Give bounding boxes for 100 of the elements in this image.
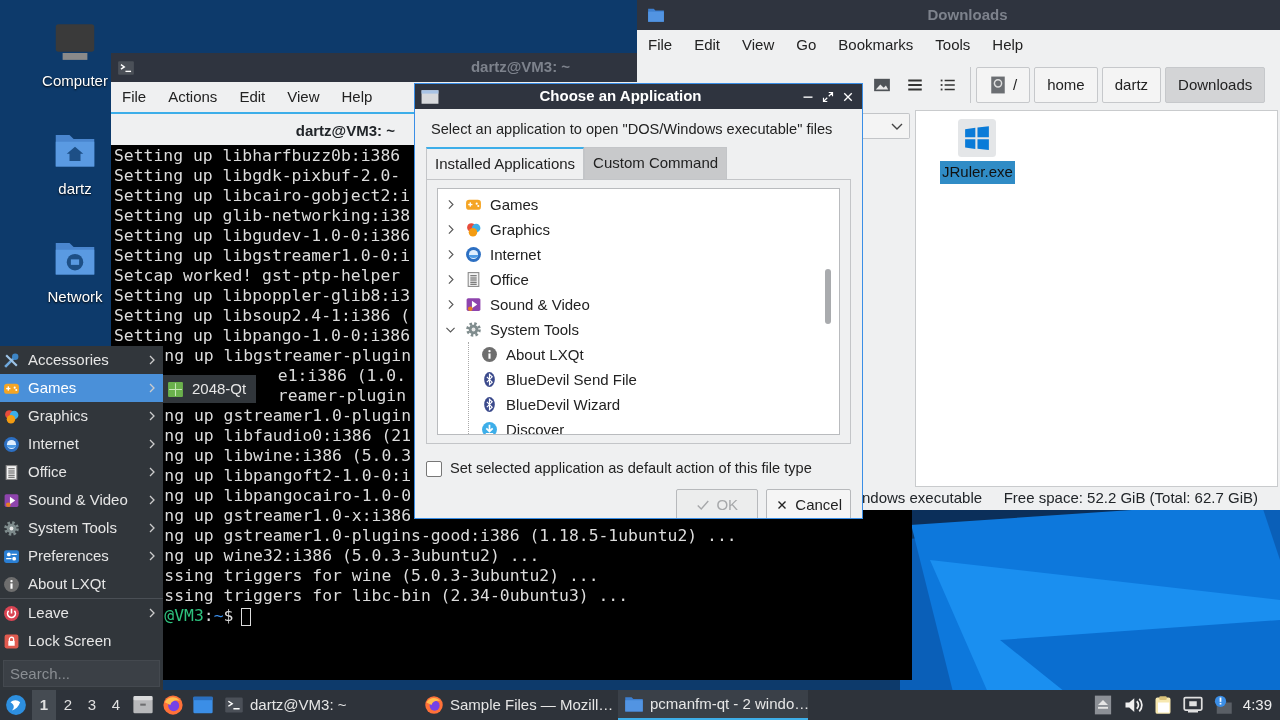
menu-item[interactable]: File (637, 33, 684, 57)
terminal-line: ng up libfaudio0:i386 (21 (164, 426, 411, 446)
terminal-line: ng up libgstreamer-plugin (164, 346, 411, 366)
tree-item[interactable]: About LXQt (506, 343, 584, 367)
search-field[interactable]: Search... (3, 660, 160, 687)
terminal-line: ng up gstreamer1.0-x:i386 (164, 506, 411, 526)
image-icon (872, 76, 891, 94)
window-icon[interactable] (192, 694, 214, 716)
tree-item[interactable]: System Tools (490, 318, 579, 342)
notification-icon[interactable] (1212, 695, 1233, 715)
color-circles-icon (3, 407, 20, 425)
dialog-message: Select an application to open "DOS/Windows executable" files (431, 120, 834, 139)
browser-icon[interactable] (162, 694, 184, 716)
document-icon (3, 463, 20, 481)
menu-item[interactable]: System Tools (0, 514, 163, 542)
menu-item[interactable]: View (276, 85, 331, 109)
terminal-line: reamer-plugin (277, 386, 407, 406)
menu-item[interactable]: About LXQt (0, 570, 163, 598)
menu-item[interactable]: Preferences (0, 542, 163, 570)
tree-item[interactable]: Office (490, 268, 529, 292)
tree-item[interactable]: Internet (490, 243, 541, 267)
menu-item[interactable]: Accessories (0, 346, 163, 374)
file-name[interactable]: JRuler.exe (940, 161, 1015, 184)
menu-item[interactable]: Bookmarks (827, 33, 925, 57)
task-button[interactable]: dartz@VM3: ~ (218, 690, 418, 720)
menu-item[interactable]: View (731, 33, 786, 57)
info-icon (3, 575, 20, 593)
tools-icon (3, 351, 20, 369)
close-icon (842, 90, 854, 103)
windows-logo-icon (958, 119, 997, 157)
tab[interactable]: Custom Command (584, 146, 728, 180)
tab[interactable]: Installed Applications (426, 146, 585, 180)
desktop-icon-label[interactable]: Computer (42, 70, 108, 93)
path-button[interactable]: Downloads (1165, 67, 1266, 103)
network-icon[interactable] (1182, 695, 1203, 715)
terminal-line: Setting up libgdk-pixbuf-2.0- (114, 166, 401, 186)
terminal-line: ng up wine32:i386 (5.0.3-3ubuntu2) ... (164, 546, 540, 566)
menu-item[interactable]: Help (330, 85, 384, 109)
terminal-line: Setting up libgudev-1.0-0:i386 (114, 226, 411, 246)
menu-item[interactable]: Leave (0, 599, 163, 627)
tile-grid-icon (167, 380, 184, 398)
menu-item[interactable]: Edit (683, 33, 732, 57)
menu-item[interactable]: Sound & Video (0, 486, 163, 514)
tree-item[interactable]: Graphics (490, 218, 551, 242)
file-cabinet-icon[interactable] (132, 694, 154, 716)
workspace-button[interactable]: 4 (104, 690, 128, 720)
terminal-line: Setting up libpango-1.0-0:i386 (114, 326, 411, 346)
gear-icon (3, 519, 20, 537)
terminal-icon (117, 58, 135, 77)
desktop-icon-label[interactable]: Network (47, 286, 103, 309)
start-menu-icon[interactable] (5, 694, 27, 716)
window-title: dartz@VM3: ~ (469, 57, 572, 78)
path-button[interactable]: home (1034, 67, 1098, 103)
terminal-line: e1:i386 (1.0. (277, 366, 407, 386)
path-button[interactable]: / (976, 67, 1031, 103)
folder-icon (647, 6, 665, 24)
tree-item[interactable]: Discover (506, 418, 565, 435)
eject-icon[interactable] (1092, 695, 1113, 715)
tree-item[interactable]: Sound & Video (490, 293, 590, 317)
menu-item[interactable]: Edit (228, 85, 277, 109)
menu-item[interactable]: File (111, 85, 158, 109)
menu-item[interactable]: Help (981, 33, 1035, 57)
document-icon (465, 271, 482, 289)
folder-icon (624, 694, 644, 714)
clock[interactable]: 4:39 (1242, 693, 1272, 717)
cancel-button[interactable]: Cancel (766, 489, 851, 518)
tree-item[interactable]: BlueDevil Send File (506, 368, 637, 392)
menu-item[interactable]: Graphics (0, 402, 163, 430)
globe-icon (3, 435, 20, 453)
task-button[interactable]: Sample Files — Mozill… (418, 690, 618, 720)
terminal-prompt: @VM3:~$ (164, 606, 234, 625)
tree-item[interactable]: Games (490, 193, 539, 217)
dropdown[interactable] (862, 113, 910, 139)
lock-icon (3, 632, 20, 650)
terminal-line: Setting up libcairo-gobject2:i (114, 186, 411, 206)
checkbox-label: Set selected application as default action of this file type (450, 459, 812, 479)
menu-item[interactable]: Lock Screen (0, 627, 163, 655)
media-icon (465, 296, 482, 314)
menu-item[interactable]: Actions (157, 85, 229, 109)
menu-item[interactable]: 2048-Qt (163, 375, 256, 403)
menu-item[interactable]: Internet (0, 430, 163, 458)
maximize-icon (822, 90, 834, 103)
menu-item[interactable]: Office (0, 458, 163, 486)
terminal-tab[interactable]: dartz@VM3: ~ (111, 114, 403, 145)
desktop-icon-label[interactable]: dartz (58, 178, 92, 201)
workspace-button[interactable]: 3 (80, 690, 104, 720)
scrollbar[interactable] (825, 269, 831, 325)
terminal-line: ssing triggers for wine (5.0.3-3ubuntu2) ... (164, 566, 599, 586)
terminal-icon (224, 695, 244, 715)
workspace-button[interactable]: 2 (56, 690, 80, 720)
menu-item[interactable]: Go (785, 33, 828, 57)
checkbox[interactable] (426, 461, 442, 478)
gear-icon (465, 321, 482, 339)
terminal-line: ng up libwine:i386 (5.0.3 (164, 446, 411, 466)
path-button[interactable]: dartz (1101, 67, 1162, 103)
tree-item[interactable]: BlueDevil Wizard (506, 393, 621, 417)
menu-item[interactable]: Tools (924, 33, 982, 57)
terminal-line: Setcap worked! gst-ptp-helper (114, 266, 401, 286)
task-button[interactable]: pcmanfm-qt - 2 windo… (618, 690, 808, 720)
workspace-button[interactable]: 1 (32, 690, 56, 720)
